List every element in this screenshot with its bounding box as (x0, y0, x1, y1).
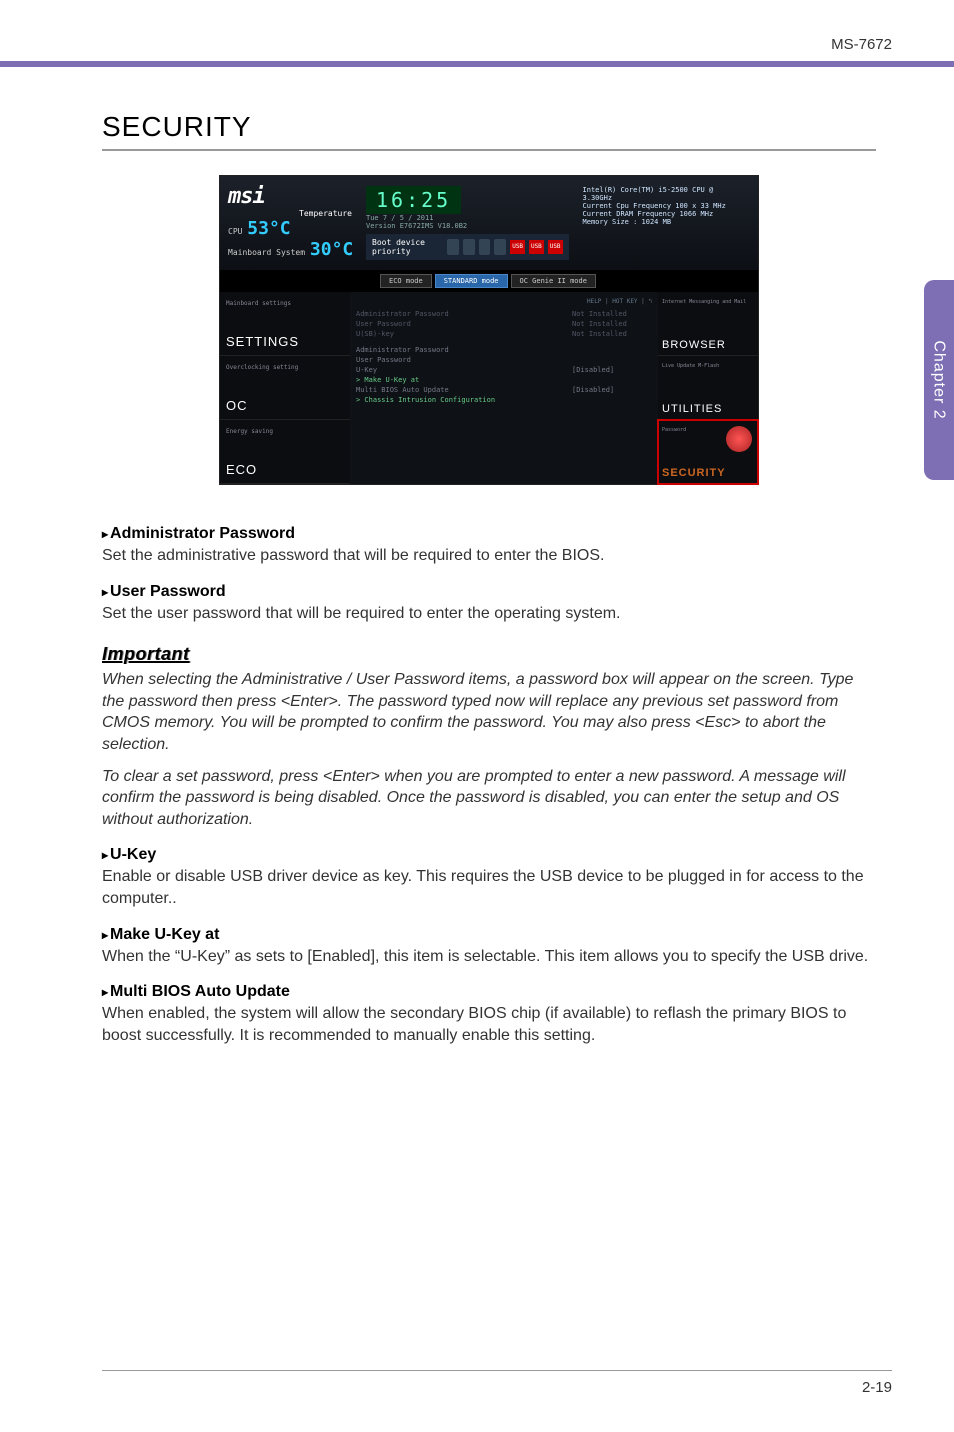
header-model: MS-7672 (0, 0, 954, 61)
tile-utilities[interactable]: Live Update M-FlashUTILITIES (658, 356, 758, 420)
boot-device-icon[interactable] (479, 239, 491, 255)
usb-icon[interactable]: USB (510, 240, 525, 254)
mb-temp: 30°C (310, 239, 353, 260)
cpu-temp: 53°C (247, 218, 290, 239)
mode-ocgenie[interactable]: OC Genie II mode (511, 274, 596, 288)
sidebar-oc[interactable]: Overclocking settingOC (220, 356, 350, 420)
bios-date: Tue 7 / 5 / 2011 (366, 214, 569, 222)
sidebar-settings[interactable]: Mainboard settingsSETTINGS (220, 292, 350, 356)
important-heading: Important (102, 644, 876, 665)
item-make-ukey-desc: When the “U-Key” as sets to [Enabled], t… (102, 946, 876, 968)
item-user-password-desc: Set the user password that will be requi… (102, 603, 876, 625)
lock-icon (726, 426, 752, 452)
cfg-user-pw[interactable]: User Password (356, 356, 652, 364)
usb-icon[interactable]: USB (529, 240, 544, 254)
side-chapter-tab: Chapter 2 (924, 280, 954, 480)
cfg-chassis[interactable]: > Chassis Intrusion Configuration (356, 396, 652, 404)
cfg-admin-pw-dim: Administrator Password (356, 310, 572, 318)
temperature-label: Temperature (228, 209, 358, 218)
important-p1: When selecting the Administrative / User… (102, 669, 876, 755)
boot-device-icon[interactable] (494, 239, 506, 255)
cfg-user-pw-dim: User Password (356, 320, 572, 328)
mode-standard[interactable]: STANDARD mode (435, 274, 508, 288)
cpu-label: CPU (228, 227, 242, 236)
help-bar: HELP | HOT KEY | ↰ (356, 298, 652, 309)
mb-label: Mainboard System (228, 248, 305, 257)
item-ukey: U-Key (102, 846, 876, 864)
bios-screenshot: msi Temperature CPU 53°C Mainboard Syste… (219, 175, 759, 485)
boot-device-icon[interactable] (463, 239, 475, 255)
item-multi-bios-desc: When enabled, the system will allow the … (102, 1003, 876, 1046)
item-admin-password-desc: Set the administrative password that wil… (102, 545, 876, 567)
cfg-multi-bios[interactable]: Multi BIOS Auto Update (356, 386, 572, 394)
msi-logo: msi (228, 184, 358, 209)
item-ukey-desc: Enable or disable USB driver device as k… (102, 866, 876, 909)
important-p2: To clear a set password, press <Enter> w… (102, 766, 876, 831)
sidebar-eco[interactable]: Energy savingECO (220, 420, 350, 484)
tile-security[interactable]: PasswordSECURITY (658, 420, 758, 484)
tile-browser[interactable]: Internet Messanging and MailBROWSER (658, 292, 758, 356)
boot-device-icon[interactable] (447, 239, 459, 255)
section-title: SECURITY (102, 111, 876, 151)
cfg-ukey-dim: U(SB)-key (356, 330, 572, 338)
cfg-admin-pw[interactable]: Administrator Password (356, 346, 652, 354)
item-admin-password: Administrator Password (102, 525, 876, 543)
mode-eco[interactable]: ECO mode (380, 274, 432, 288)
page-footer: 2-19 (102, 1370, 892, 1396)
item-make-ukey: Make U-Key at (102, 926, 876, 944)
system-info: Intel(R) Core(TM) i5-2500 CPU @ 3.30GHz … (577, 184, 750, 262)
cfg-ukey[interactable]: U-Key (356, 366, 572, 374)
side-chapter-label: Chapter 2 (930, 340, 948, 419)
bios-clock: 16:25 (366, 186, 461, 214)
item-multi-bios: Multi BIOS Auto Update (102, 983, 876, 1001)
boot-priority-label: Boot device priority (372, 238, 443, 256)
item-user-password: User Password (102, 583, 876, 601)
bios-version: Version E7672IMS V18.0B2 (366, 222, 569, 230)
usb-icon[interactable]: USB (548, 240, 563, 254)
cfg-make-ukey[interactable]: > Make U-Key at (356, 376, 652, 384)
